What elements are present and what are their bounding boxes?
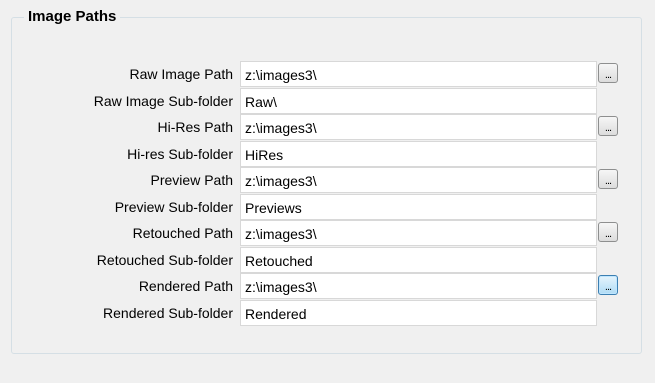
ellipsis-icon: ...: [604, 175, 612, 187]
row-raw-image-path: Raw Image Path ...: [0, 61, 640, 87]
row-retouched-subfolder: Retouched Sub-folder: [0, 247, 640, 273]
group-title: Image Paths: [24, 8, 121, 26]
retouched-path-browse-button[interactable]: ...: [598, 222, 618, 242]
settings-panel: Image Paths Raw Image Path ... Raw Image…: [0, 0, 655, 383]
row-preview-path: Preview Path ...: [0, 167, 640, 193]
raw-image-path-label: Raw Image Path: [129, 66, 234, 82]
row-hi-res-path: Hi-Res Path ...: [0, 114, 640, 140]
raw-image-path-input[interactable]: [240, 61, 597, 87]
hi-res-path-label: Hi-Res Path: [157, 119, 233, 135]
rendered-path-input[interactable]: [240, 273, 597, 299]
ellipsis-icon: ...: [604, 281, 612, 293]
row-rendered-subfolder: Rendered Sub-folder: [0, 300, 640, 326]
row-rendered-path: Rendered Path ...: [0, 273, 640, 299]
ellipsis-icon: ...: [604, 228, 612, 240]
hi-res-subfolder-label: Hi-res Sub-folder: [127, 146, 233, 162]
rendered-subfolder-input[interactable]: [240, 300, 597, 326]
ellipsis-icon: ...: [604, 69, 612, 81]
row-preview-subfolder: Preview Sub-folder: [0, 194, 640, 220]
hi-res-subfolder-input[interactable]: [240, 141, 597, 167]
preview-subfolder-label: Preview Sub-folder: [114, 199, 233, 215]
preview-subfolder-input[interactable]: [240, 194, 597, 220]
preview-path-label: Preview Path: [150, 172, 233, 188]
hi-res-path-input[interactable]: [240, 114, 597, 140]
hi-res-path-browse-button[interactable]: ...: [598, 116, 618, 136]
preview-path-browse-button[interactable]: ...: [598, 169, 618, 189]
row-hi-res-subfolder: Hi-res Sub-folder: [0, 141, 640, 167]
raw-image-subfolder-label: Raw Image Sub-folder: [93, 93, 233, 109]
raw-image-subfolder-input[interactable]: [240, 88, 597, 114]
rendered-path-label: Rendered Path: [138, 278, 233, 294]
ellipsis-icon: ...: [604, 122, 612, 134]
preview-path-input[interactable]: [240, 167, 597, 193]
retouched-subfolder-input[interactable]: [240, 247, 597, 273]
retouched-path-label: Retouched Path: [132, 225, 233, 241]
rendered-path-browse-button[interactable]: ...: [598, 275, 618, 295]
row-raw-image-subfolder: Raw Image Sub-folder: [0, 88, 640, 114]
retouched-path-input[interactable]: [240, 220, 597, 246]
row-retouched-path: Retouched Path ...: [0, 220, 640, 246]
raw-image-path-browse-button[interactable]: ...: [598, 63, 618, 83]
retouched-subfolder-label: Retouched Sub-folder: [96, 252, 233, 268]
rendered-subfolder-label: Rendered Sub-folder: [103, 305, 233, 321]
